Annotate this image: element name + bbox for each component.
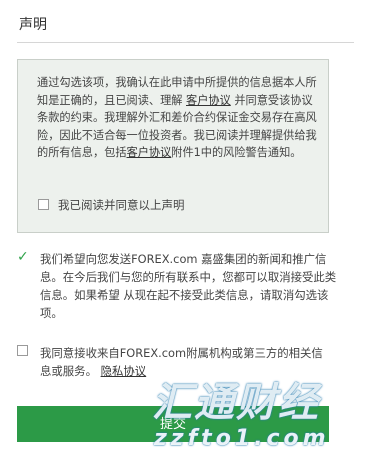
declaration-checkbox-label: 我已阅读并同意以上声明 [58, 198, 185, 212]
privacy-policy-link[interactable]: 隐私协议 [101, 364, 147, 378]
page-title: 声明 [19, 17, 47, 33]
marketing-option-text: 我们希望向您发送FOREX.com 嘉盛集团的新闻和推广信息。在今后我们与您的所… [40, 252, 337, 320]
client-agreement-link-2[interactable]: 客户协议 [127, 146, 172, 159]
affiliates-text: 我同意接收来自FOREX.com附属机构或第三方的相关信息或服务。 [40, 346, 323, 378]
declaration-checkbox[interactable] [38, 199, 49, 210]
checkmark-icon: ✓ [17, 249, 29, 265]
affiliates-checkbox[interactable] [17, 345, 28, 356]
title-divider [17, 42, 354, 43]
declaration-box: 通过勾选该项，我确认在此申请中所提供的信息据本人所知是正确的，且已阅读、理解 客… [17, 59, 329, 233]
client-agreement-link[interactable]: 客户协议 [186, 94, 231, 107]
affiliates-option-text: 我同意接收来自FOREX.com附属机构或第三方的相关信息或服务。 隐私协议 [40, 344, 330, 380]
marketing-checkbox[interactable]: ✓ [17, 249, 30, 265]
declaration-text-part3: 附件1中的风险警告通知。 [171, 146, 302, 160]
declaration-text: 通过勾选该项，我确认在此申请中所提供的信息据本人所知是正确的，且已阅读、理解 客… [37, 74, 319, 162]
submit-button[interactable]: 提交 [17, 406, 329, 442]
